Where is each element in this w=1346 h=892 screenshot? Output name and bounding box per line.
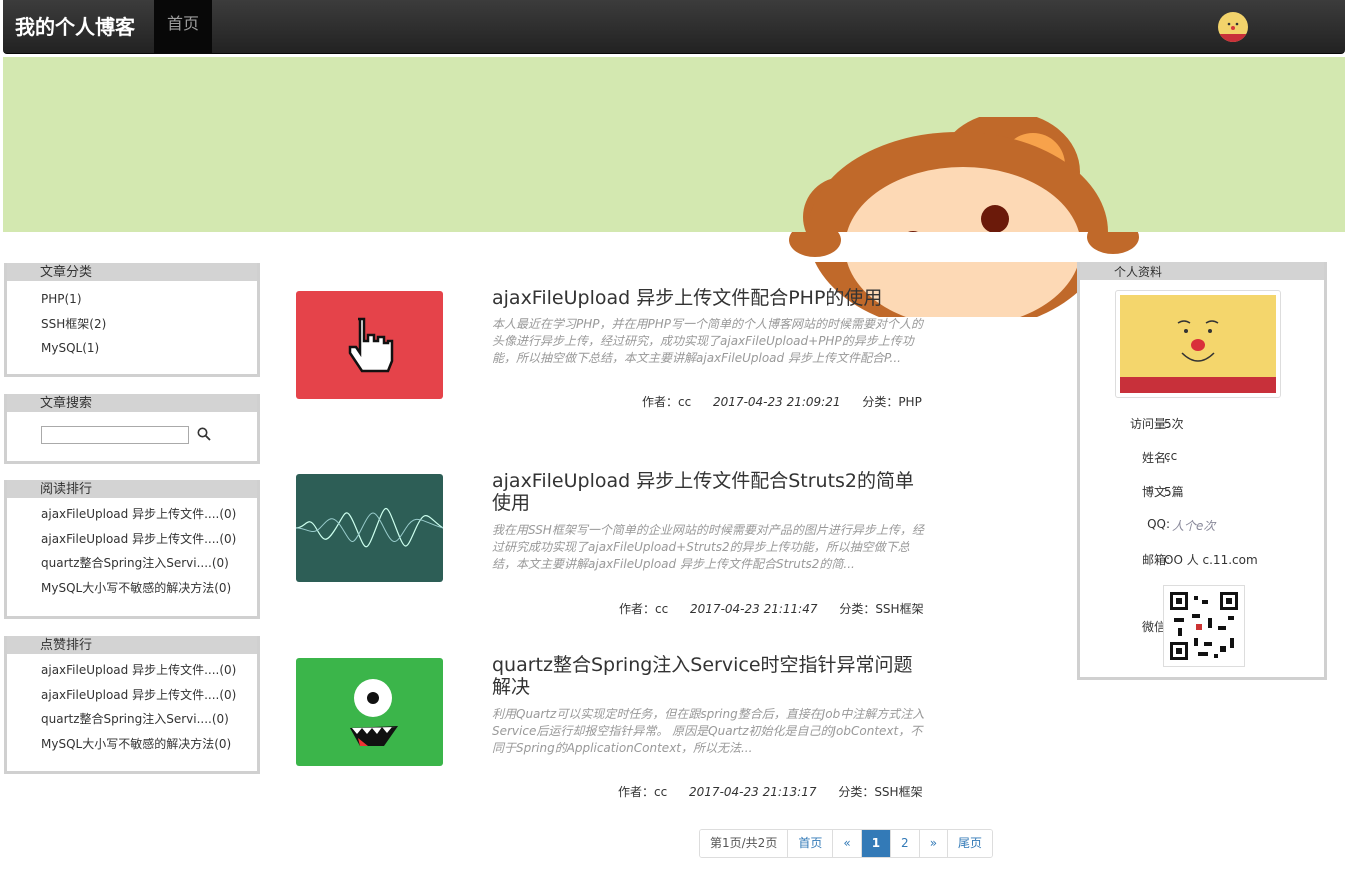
rank-item[interactable]: ajaxFileUpload 异步上传文件....(0) xyxy=(41,658,257,683)
first-page-button[interactable]: 首页 xyxy=(788,830,834,857)
qq-value: 人个e次 xyxy=(1172,519,1216,533)
like-rank-panel: 点赞排行 ajaxFileUpload 异步上传文件....(0) ajaxFi… xyxy=(4,636,260,774)
article-date: 2017-04-23 21:09:21 xyxy=(713,395,841,409)
search-panel: 文章搜索 xyxy=(4,394,260,464)
wechat-qr-code xyxy=(1163,585,1245,667)
next-page-button[interactable]: » xyxy=(919,830,949,857)
profile-panel: 个人资料 访问量: 5次 姓名: cc 博文: 5篇 QQ: 人个e次 邮箱: … xyxy=(1077,262,1327,680)
qq-label: QQ: xyxy=(1147,517,1170,531)
article-summary: 本人最近在学习PHP，并在用PHP写一个简单的个人博客网站的时候需要对个人的头像… xyxy=(492,317,923,365)
rank-item[interactable]: MySQL大小写不敏感的解决方法(0) xyxy=(41,732,257,757)
article-title[interactable]: ajaxFileUpload 异步上传文件配合PHP的使用 xyxy=(492,287,922,309)
article-summary: 利用Quartz可以实现定时任务，但在跟spring整合后，直接在Job中注解方… xyxy=(492,707,925,755)
article-title[interactable]: quartz整合Spring注入Service时空指针异常问题解决 xyxy=(492,654,922,698)
article-summary: 我在用SSH框架写一个简单的企业网站的时候需要对产品的图片进行异步上传，经过研究… xyxy=(492,523,924,571)
user-avatar[interactable] xyxy=(1218,12,1248,42)
category-item[interactable]: PHP(1) xyxy=(41,287,257,312)
panel-title: 文章分类 xyxy=(7,263,257,281)
page-info: 第1页/共2页 xyxy=(700,830,789,857)
page-2-button[interactable]: 2 xyxy=(891,830,920,857)
category-item[interactable]: MySQL(1) xyxy=(41,336,257,361)
profile-photo xyxy=(1115,290,1281,398)
article-date: 2017-04-23 21:13:17 xyxy=(689,785,817,799)
posts-value: 5篇 xyxy=(1164,485,1184,499)
email-value: OO 人 c.11.com xyxy=(1164,553,1258,567)
category-panel: 文章分类 PHP(1) SSH框架(2) MySQL(1) xyxy=(4,263,260,377)
article-author: 作者：cc xyxy=(642,395,692,409)
article-thumbnail[interactable] xyxy=(296,474,443,582)
article-category[interactable]: 分类：SSH框架 xyxy=(838,785,922,799)
panel-title: 阅读排行 xyxy=(7,480,257,498)
header-banner xyxy=(3,57,1345,317)
article-thumbnail[interactable] xyxy=(296,291,443,399)
prev-page-button[interactable]: « xyxy=(833,830,862,857)
rank-item[interactable]: quartz整合Spring注入Servi....(0) xyxy=(41,707,257,732)
monster-icon xyxy=(350,679,398,746)
panel-title: 文章搜索 xyxy=(7,394,257,412)
search-icon[interactable] xyxy=(197,427,211,441)
rank-item[interactable]: quartz整合Spring注入Servi....(0) xyxy=(41,551,257,576)
article-thumbnail[interactable] xyxy=(296,658,443,766)
rank-item[interactable]: ajaxFileUpload 异步上传文件....(0) xyxy=(41,502,257,527)
article-date: 2017-04-23 21:11:47 xyxy=(690,602,818,616)
read-rank-panel: 阅读排行 ajaxFileUpload 异步上传文件....(0) ajaxFi… xyxy=(4,480,260,619)
article-meta: 作者：cc 2017-04-23 21:09:21 分类：PHP xyxy=(642,393,940,410)
article-title[interactable]: ajaxFileUpload 异步上传文件配合Struts2的简单使用 xyxy=(492,470,922,514)
nav-home-link[interactable]: 首页 xyxy=(154,0,212,53)
rank-item[interactable]: ajaxFileUpload 异步上传文件....(0) xyxy=(41,527,257,552)
panel-title: 点赞排行 xyxy=(7,636,257,654)
top-navbar: 我的个人博客 首页 xyxy=(3,0,1345,54)
name-value: cc xyxy=(1164,449,1178,463)
search-input[interactable] xyxy=(41,425,189,444)
site-brand[interactable]: 我的个人博客 xyxy=(15,11,135,40)
waveform-icon xyxy=(296,507,443,548)
page-1-button[interactable]: 1 xyxy=(861,830,892,857)
article-meta: 作者：cc 2017-04-23 21:13:17 分类：SSH框架 xyxy=(618,783,941,800)
visits-value: 5次 xyxy=(1164,417,1184,431)
article-category[interactable]: 分类：PHP xyxy=(862,395,922,409)
rank-item[interactable]: ajaxFileUpload 异步上传文件....(0) xyxy=(41,683,257,708)
last-page-button[interactable]: 尾页 xyxy=(948,830,993,857)
monkey-paws xyxy=(3,232,1345,262)
article-meta: 作者：cc 2017-04-23 21:11:47 分类：SSH框架 xyxy=(619,600,942,617)
article-author: 作者：cc xyxy=(618,785,668,799)
article-category[interactable]: 分类：SSH框架 xyxy=(839,602,923,616)
article-author: 作者：cc xyxy=(619,602,669,616)
pagination: 第1页/共2页 首页 « 1 2 » 尾页 xyxy=(699,829,994,858)
hand-pointer-icon xyxy=(348,317,394,373)
category-item[interactable]: SSH框架(2) xyxy=(41,312,257,337)
panel-title: 个人资料 xyxy=(1080,262,1324,280)
rank-item[interactable]: MySQL大小写不敏感的解决方法(0) xyxy=(41,576,257,601)
